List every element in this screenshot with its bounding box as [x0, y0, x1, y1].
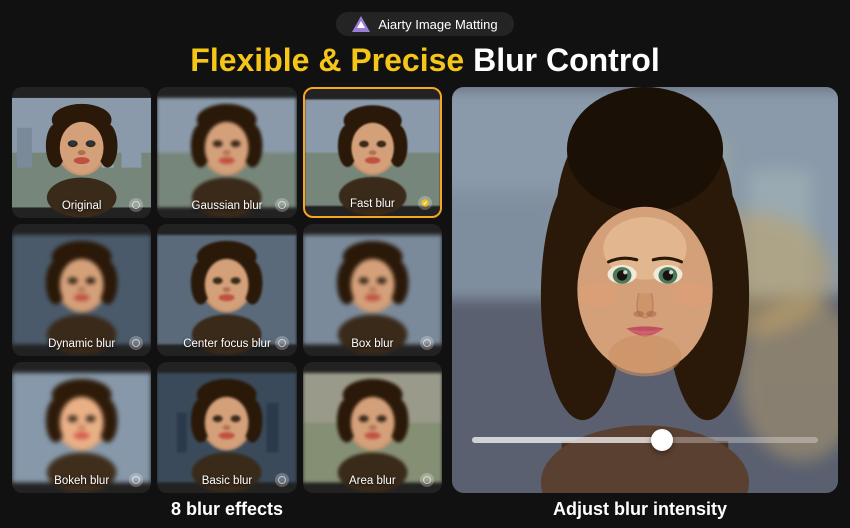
footer-labels: 8 blur effects Adjust blur intensity [0, 493, 850, 528]
slider-container [472, 437, 818, 443]
blur-item-center-check [275, 336, 289, 350]
app-logo-icon [352, 16, 370, 32]
header: Aiarty Image Matting Flexible & Precise … [190, 0, 659, 79]
preview-section [452, 87, 838, 493]
title-highlight: Flexible & Precise [190, 42, 464, 78]
footer-right-label: Adjust blur intensity [442, 499, 838, 520]
blur-item-dynamic[interactable]: Dynamic blur [12, 224, 151, 355]
blur-item-box-check [420, 336, 434, 350]
blur-item-fast[interactable]: Fast blur [303, 87, 442, 218]
app-badge: Aiarty Image Matting [336, 12, 513, 36]
blur-item-area-check [420, 473, 434, 487]
blur-item-center[interactable]: Center focus blur [157, 224, 296, 355]
blur-item-dynamic-check [129, 336, 143, 350]
slider-fill [472, 437, 662, 443]
blur-item-gaussian[interactable]: Gaussian blur [157, 87, 296, 218]
title-rest: Blur Control [473, 42, 660, 78]
blur-grid: Original [12, 87, 442, 493]
blur-item-original[interactable]: Original [12, 87, 151, 218]
main-title: Flexible & Precise Blur Control [190, 42, 659, 79]
main-container: Aiarty Image Matting Flexible & Precise … [0, 0, 850, 528]
blur-item-area[interactable]: Area blur [303, 362, 442, 493]
slider-track[interactable] [472, 437, 818, 443]
blur-item-box[interactable]: Box blur [303, 224, 442, 355]
app-badge-text: Aiarty Image Matting [378, 17, 497, 32]
blur-item-bokeh[interactable]: Bokeh blur [12, 362, 151, 493]
blur-item-basic[interactable]: Basic blur [157, 362, 296, 493]
content-area: Original [0, 87, 850, 493]
blur-item-gaussian-check [275, 198, 289, 212]
footer-left-label: 8 blur effects [12, 499, 442, 520]
preview-image [452, 87, 838, 493]
blur-item-basic-check [275, 473, 289, 487]
slider-thumb[interactable] [651, 429, 673, 451]
